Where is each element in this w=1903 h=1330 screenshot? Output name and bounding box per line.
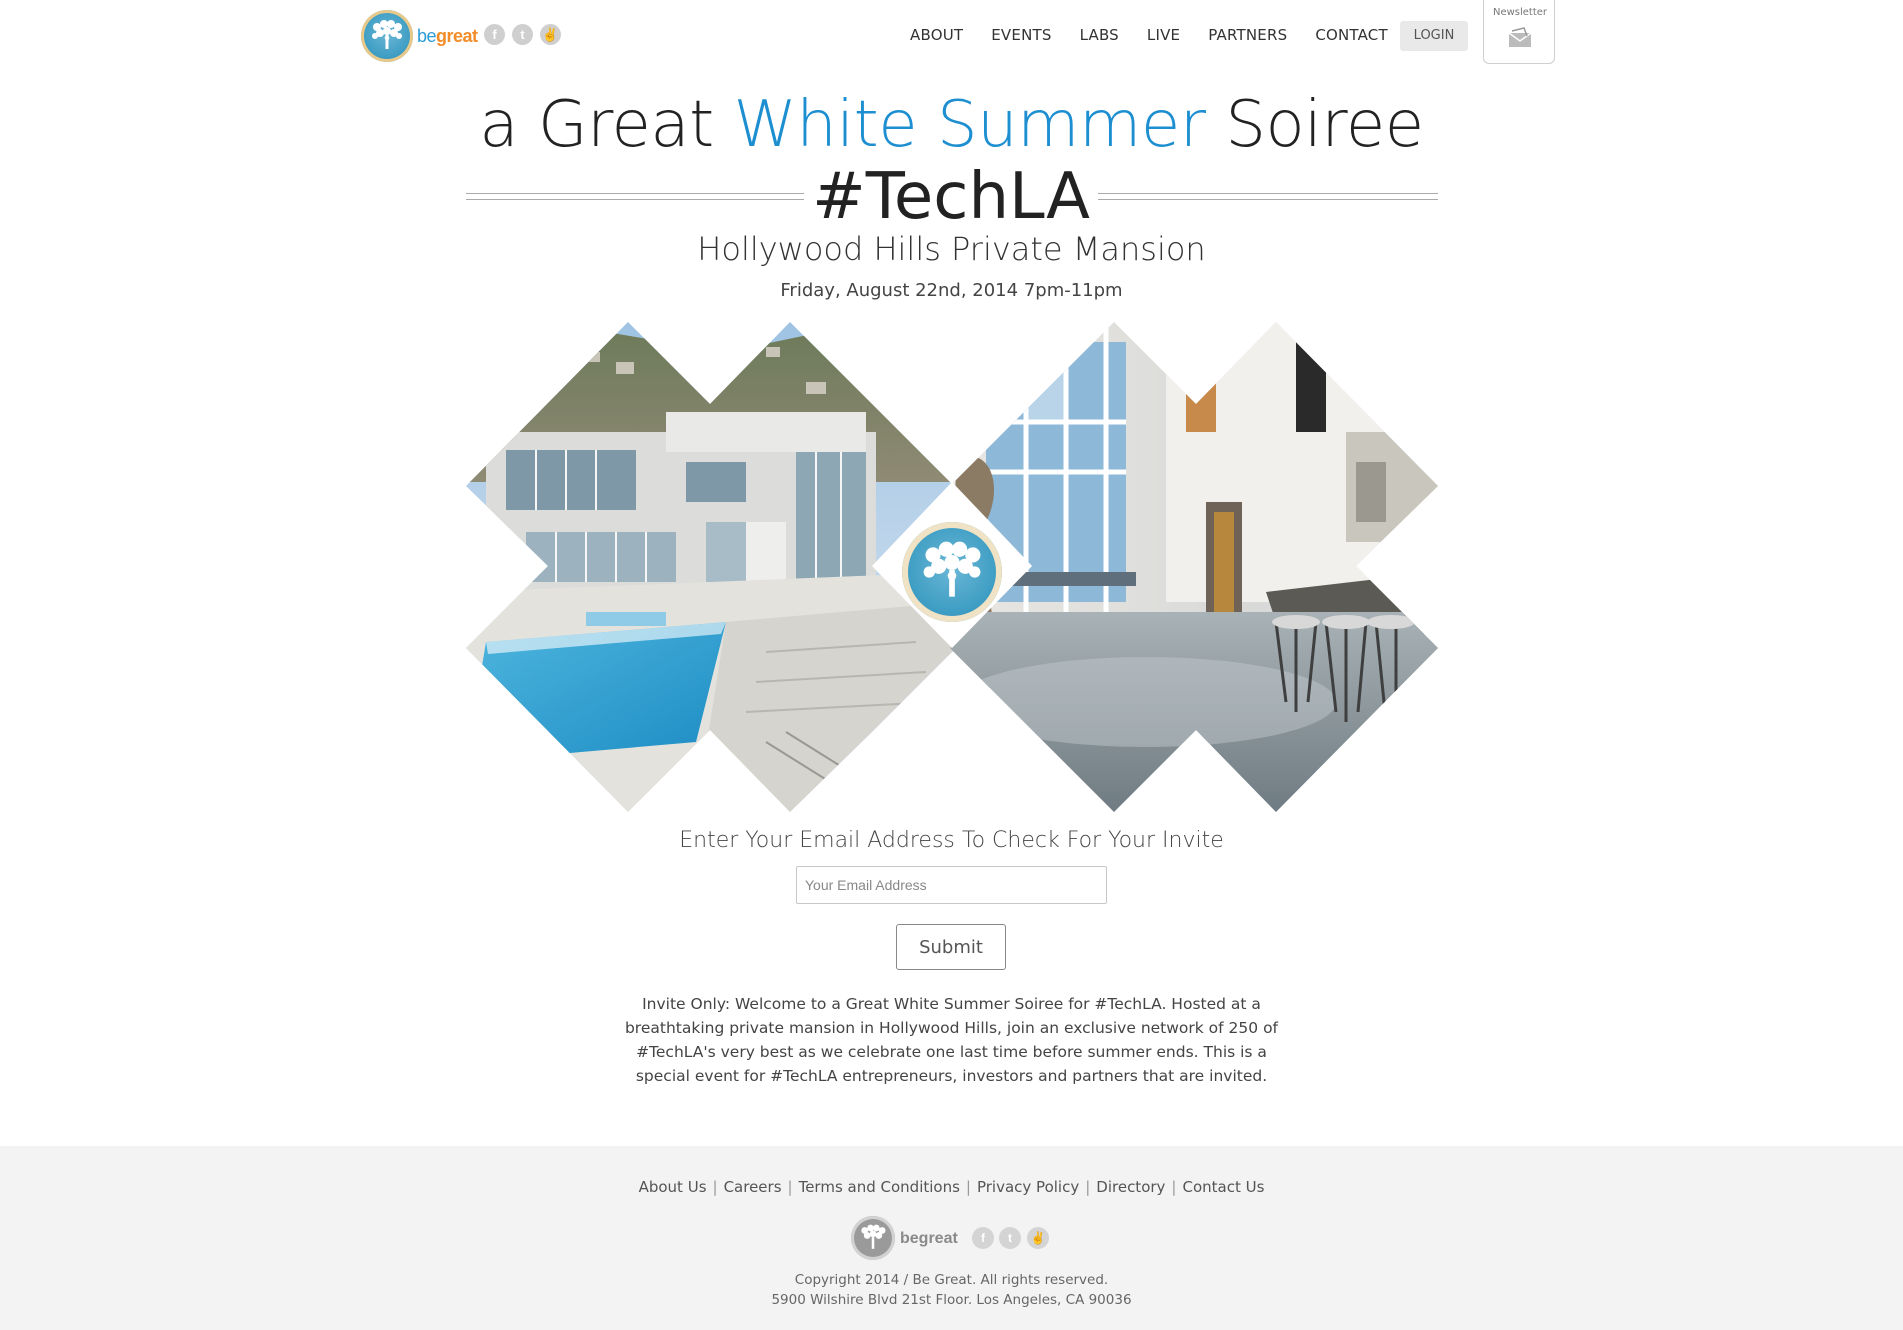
- facebook-icon[interactable]: f: [484, 24, 505, 45]
- twitter-icon[interactable]: t: [512, 24, 533, 45]
- peace-icon[interactable]: ✌: [540, 24, 561, 45]
- hashtag-row: #TechLA: [466, 160, 1438, 234]
- address-text: 5900 Wilshire Blvd 21st Floor. Los Angel…: [771, 1292, 1132, 1308]
- site-footer: About Us | Careers | Terms and Conditions | Pr…: [0, 1146, 1903, 1330]
- event-venue: Hollywood Hills Private Mansion: [697, 230, 1206, 268]
- brand-be: be: [417, 26, 437, 46]
- footer-link-contact[interactable]: Contact Us: [1182, 1178, 1264, 1196]
- newsletter-tab[interactable]: Newsletter: [1483, 0, 1555, 64]
- envelope-icon: [1508, 27, 1532, 47]
- newsletter-label: Newsletter: [1492, 7, 1548, 18]
- mansion-photo-collage: [466, 322, 1438, 812]
- begreat-logo[interactable]: [361, 10, 413, 62]
- main-nav: ABOUT EVENTS LABS LIVE PARTNERS CONTACT: [910, 26, 1416, 44]
- separator: |: [787, 1178, 793, 1196]
- nav-events[interactable]: EVENTS: [991, 26, 1051, 44]
- footer-link-careers[interactable]: Careers: [724, 1178, 782, 1196]
- copyright-text: Copyright 2014 / Be Great. All rights re…: [794, 1272, 1109, 1288]
- nav-about[interactable]: ABOUT: [910, 26, 963, 44]
- title-pre: a Great: [479, 88, 734, 162]
- site-header: begreat f t ✌ ABOUT EVENTS LABS LIVE PAR…: [0, 0, 1903, 80]
- facebook-icon[interactable]: f: [972, 1227, 994, 1249]
- tree-icon: [861, 1224, 886, 1249]
- separator: |: [1085, 1178, 1091, 1196]
- separator: |: [712, 1178, 718, 1196]
- separator: |: [965, 1178, 971, 1196]
- event-title: a Great White Summer Soiree: [0, 88, 1903, 162]
- hashtag-title: #TechLA: [812, 160, 1090, 234]
- login-button[interactable]: LOGIN: [1400, 21, 1468, 51]
- event-description: Invite Only: Welcome to a Great White Su…: [624, 995, 1279, 1085]
- tree-icon: [923, 541, 981, 597]
- peace-icon[interactable]: ✌: [1027, 1227, 1049, 1249]
- title-post: Soiree: [1205, 88, 1424, 162]
- nav-contact[interactable]: CONTACT: [1315, 26, 1388, 44]
- footer-link-privacy[interactable]: Privacy Policy: [977, 1178, 1079, 1196]
- footer-links: About Us | Careers | Terms and Conditions | Pr…: [0, 1178, 1903, 1196]
- nav-live[interactable]: LIVE: [1147, 26, 1180, 44]
- divider-right: [1098, 193, 1438, 200]
- divider-left: [466, 193, 804, 200]
- footer-logo[interactable]: [851, 1216, 895, 1260]
- footer-brand: begreat: [900, 1230, 958, 1247]
- title-accent: White Summer: [733, 88, 1207, 162]
- footer-link-about[interactable]: About Us: [639, 1178, 707, 1196]
- nav-partners[interactable]: PARTNERS: [1208, 26, 1287, 44]
- submit-button[interactable]: Submit: [896, 924, 1006, 970]
- nav-labs[interactable]: LABS: [1080, 26, 1119, 44]
- brand-great: great: [436, 26, 478, 46]
- footer-link-directory[interactable]: Directory: [1096, 1178, 1165, 1196]
- twitter-icon[interactable]: t: [999, 1227, 1021, 1249]
- begreat-tree-badge: [902, 522, 1002, 622]
- tree-icon: [372, 20, 402, 49]
- email-field[interactable]: [796, 866, 1107, 904]
- brand-wordmark[interactable]: begreat: [417, 26, 478, 47]
- invite-check-prompt: Enter Your Email Address To Check For Yo…: [679, 828, 1224, 853]
- separator: |: [1171, 1178, 1177, 1196]
- footer-link-terms[interactable]: Terms and Conditions: [799, 1178, 960, 1196]
- event-date: Friday, August 22nd, 2014 7pm-11pm: [780, 280, 1123, 301]
